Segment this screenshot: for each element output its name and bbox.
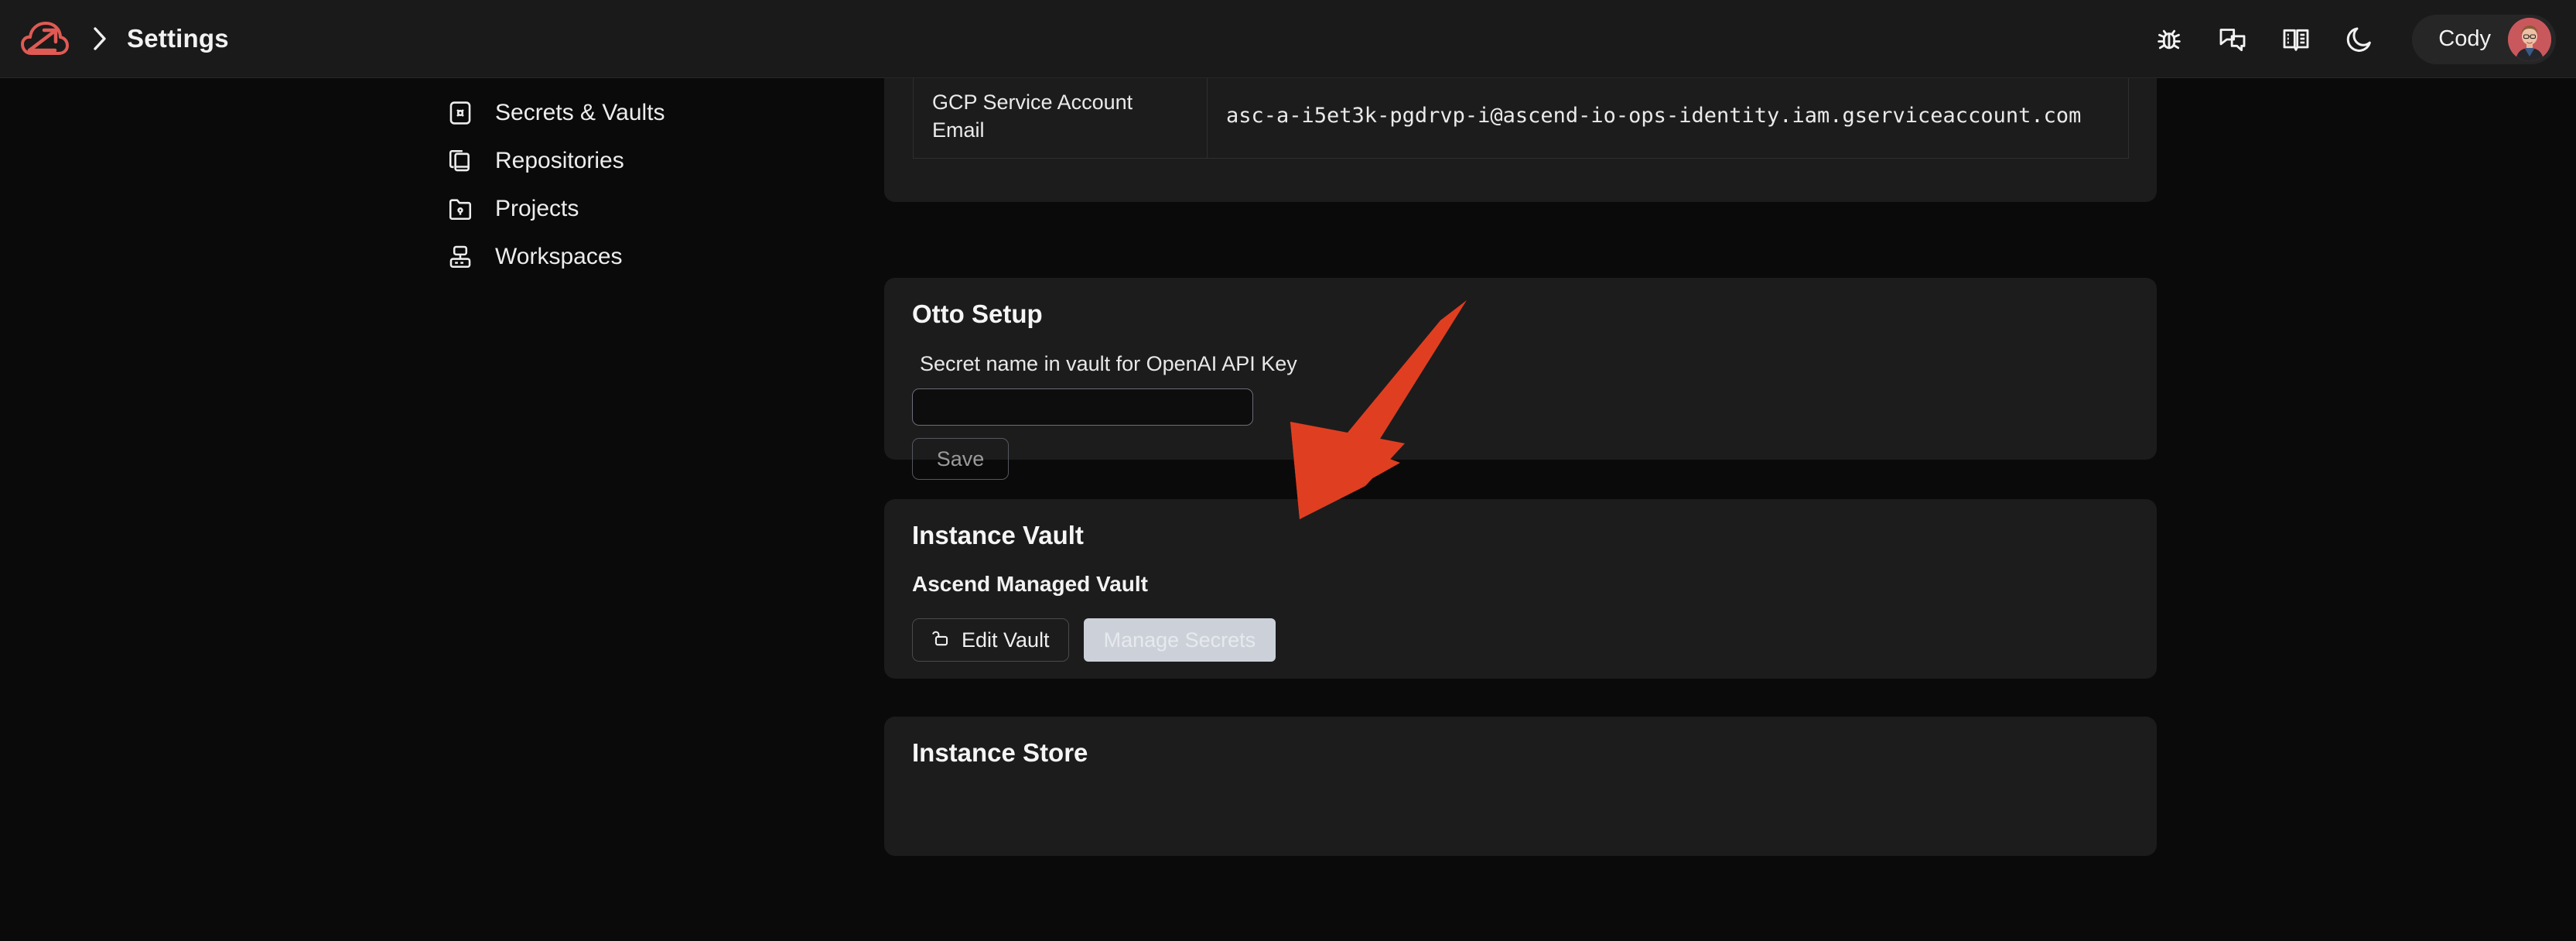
bug-icon[interactable] [2151,21,2188,58]
sidebar-item-projects[interactable]: Projects [0,185,866,233]
user-menu-button[interactable]: Cody [2412,14,2556,64]
vault-actions: Edit Vault Manage Secrets [912,618,2157,662]
otto-setup-card: Otto Setup Secret name in vault for Open… [884,278,2157,480]
ascend-cloud-arrow-logo-icon[interactable] [17,15,73,62]
table-cell-key: GCP Service Account Email [913,78,1208,159]
top-header-bar: Settings Cody [0,0,2576,78]
vault-icon [446,98,475,128]
secret-name-input[interactable] [912,388,1253,426]
page-title: Settings [127,24,229,53]
chevron-right-icon [87,26,113,52]
instance-vault-card: Instance Vault Ascend Managed Vault Edit… [884,499,2157,679]
otto-setup-title: Otto Setup [912,299,1043,328]
sidebar-item-label: Repositories [495,148,624,173]
instance-store-title: Instance Store [912,738,1088,767]
instance-vault-title: Instance Vault [912,521,1084,549]
docs-book-icon[interactable] [2277,21,2315,58]
sidebar-item-secrets-vaults[interactable]: Secrets & Vaults [0,89,866,137]
avatar [2508,17,2551,61]
credentials-table: Azure Tenant ID f3a5598b-e043-4719-80a7-… [913,78,2129,159]
save-button[interactable]: Save [912,438,1009,480]
folder-lock-icon [446,194,475,224]
edit-vault-label: Edit Vault [962,628,1050,652]
instance-store-card: Instance Store [884,717,2157,856]
settings-main-content: Azure Tenant ID f3a5598b-e043-4719-80a7-… [866,78,2576,941]
credentials-card: Azure Tenant ID f3a5598b-e043-4719-80a7-… [884,78,2157,202]
edit-vault-button[interactable]: Edit Vault [912,618,1069,662]
sidebar-item-workspaces[interactable]: Workspaces [0,233,866,281]
table-cell-value: asc-a-i5et3k-pgdrvp-i@ascend-io-ops-iden… [1207,78,2129,159]
sidebar-item-label: Workspaces [495,244,623,269]
chat-icon[interactable] [2214,21,2251,58]
unlock-icon [931,628,951,653]
header-actions: Cody [2151,0,2556,78]
repositories-icon [446,146,475,176]
instance-vault-subtitle: Ascend Managed Vault [912,572,1148,596]
sidebar-item-label: Secrets & Vaults [495,100,665,125]
manage-secrets-button[interactable]: Manage Secrets [1083,618,1276,662]
sidebar-item-label: Projects [495,196,579,221]
table-row: GCP Service Account Email asc-a-i5et3k-p… [913,78,2129,159]
workspace-monitor-icon [446,242,475,272]
moon-icon[interactable] [2341,21,2378,58]
user-name: Cody [2438,26,2491,51]
sidebar-nav: Secrets & Vaults Repositories Projects W… [0,78,866,941]
secret-name-label: Secret name in vault for OpenAI API Key [920,352,1297,375]
sidebar-item-repositories[interactable]: Repositories [0,137,866,185]
